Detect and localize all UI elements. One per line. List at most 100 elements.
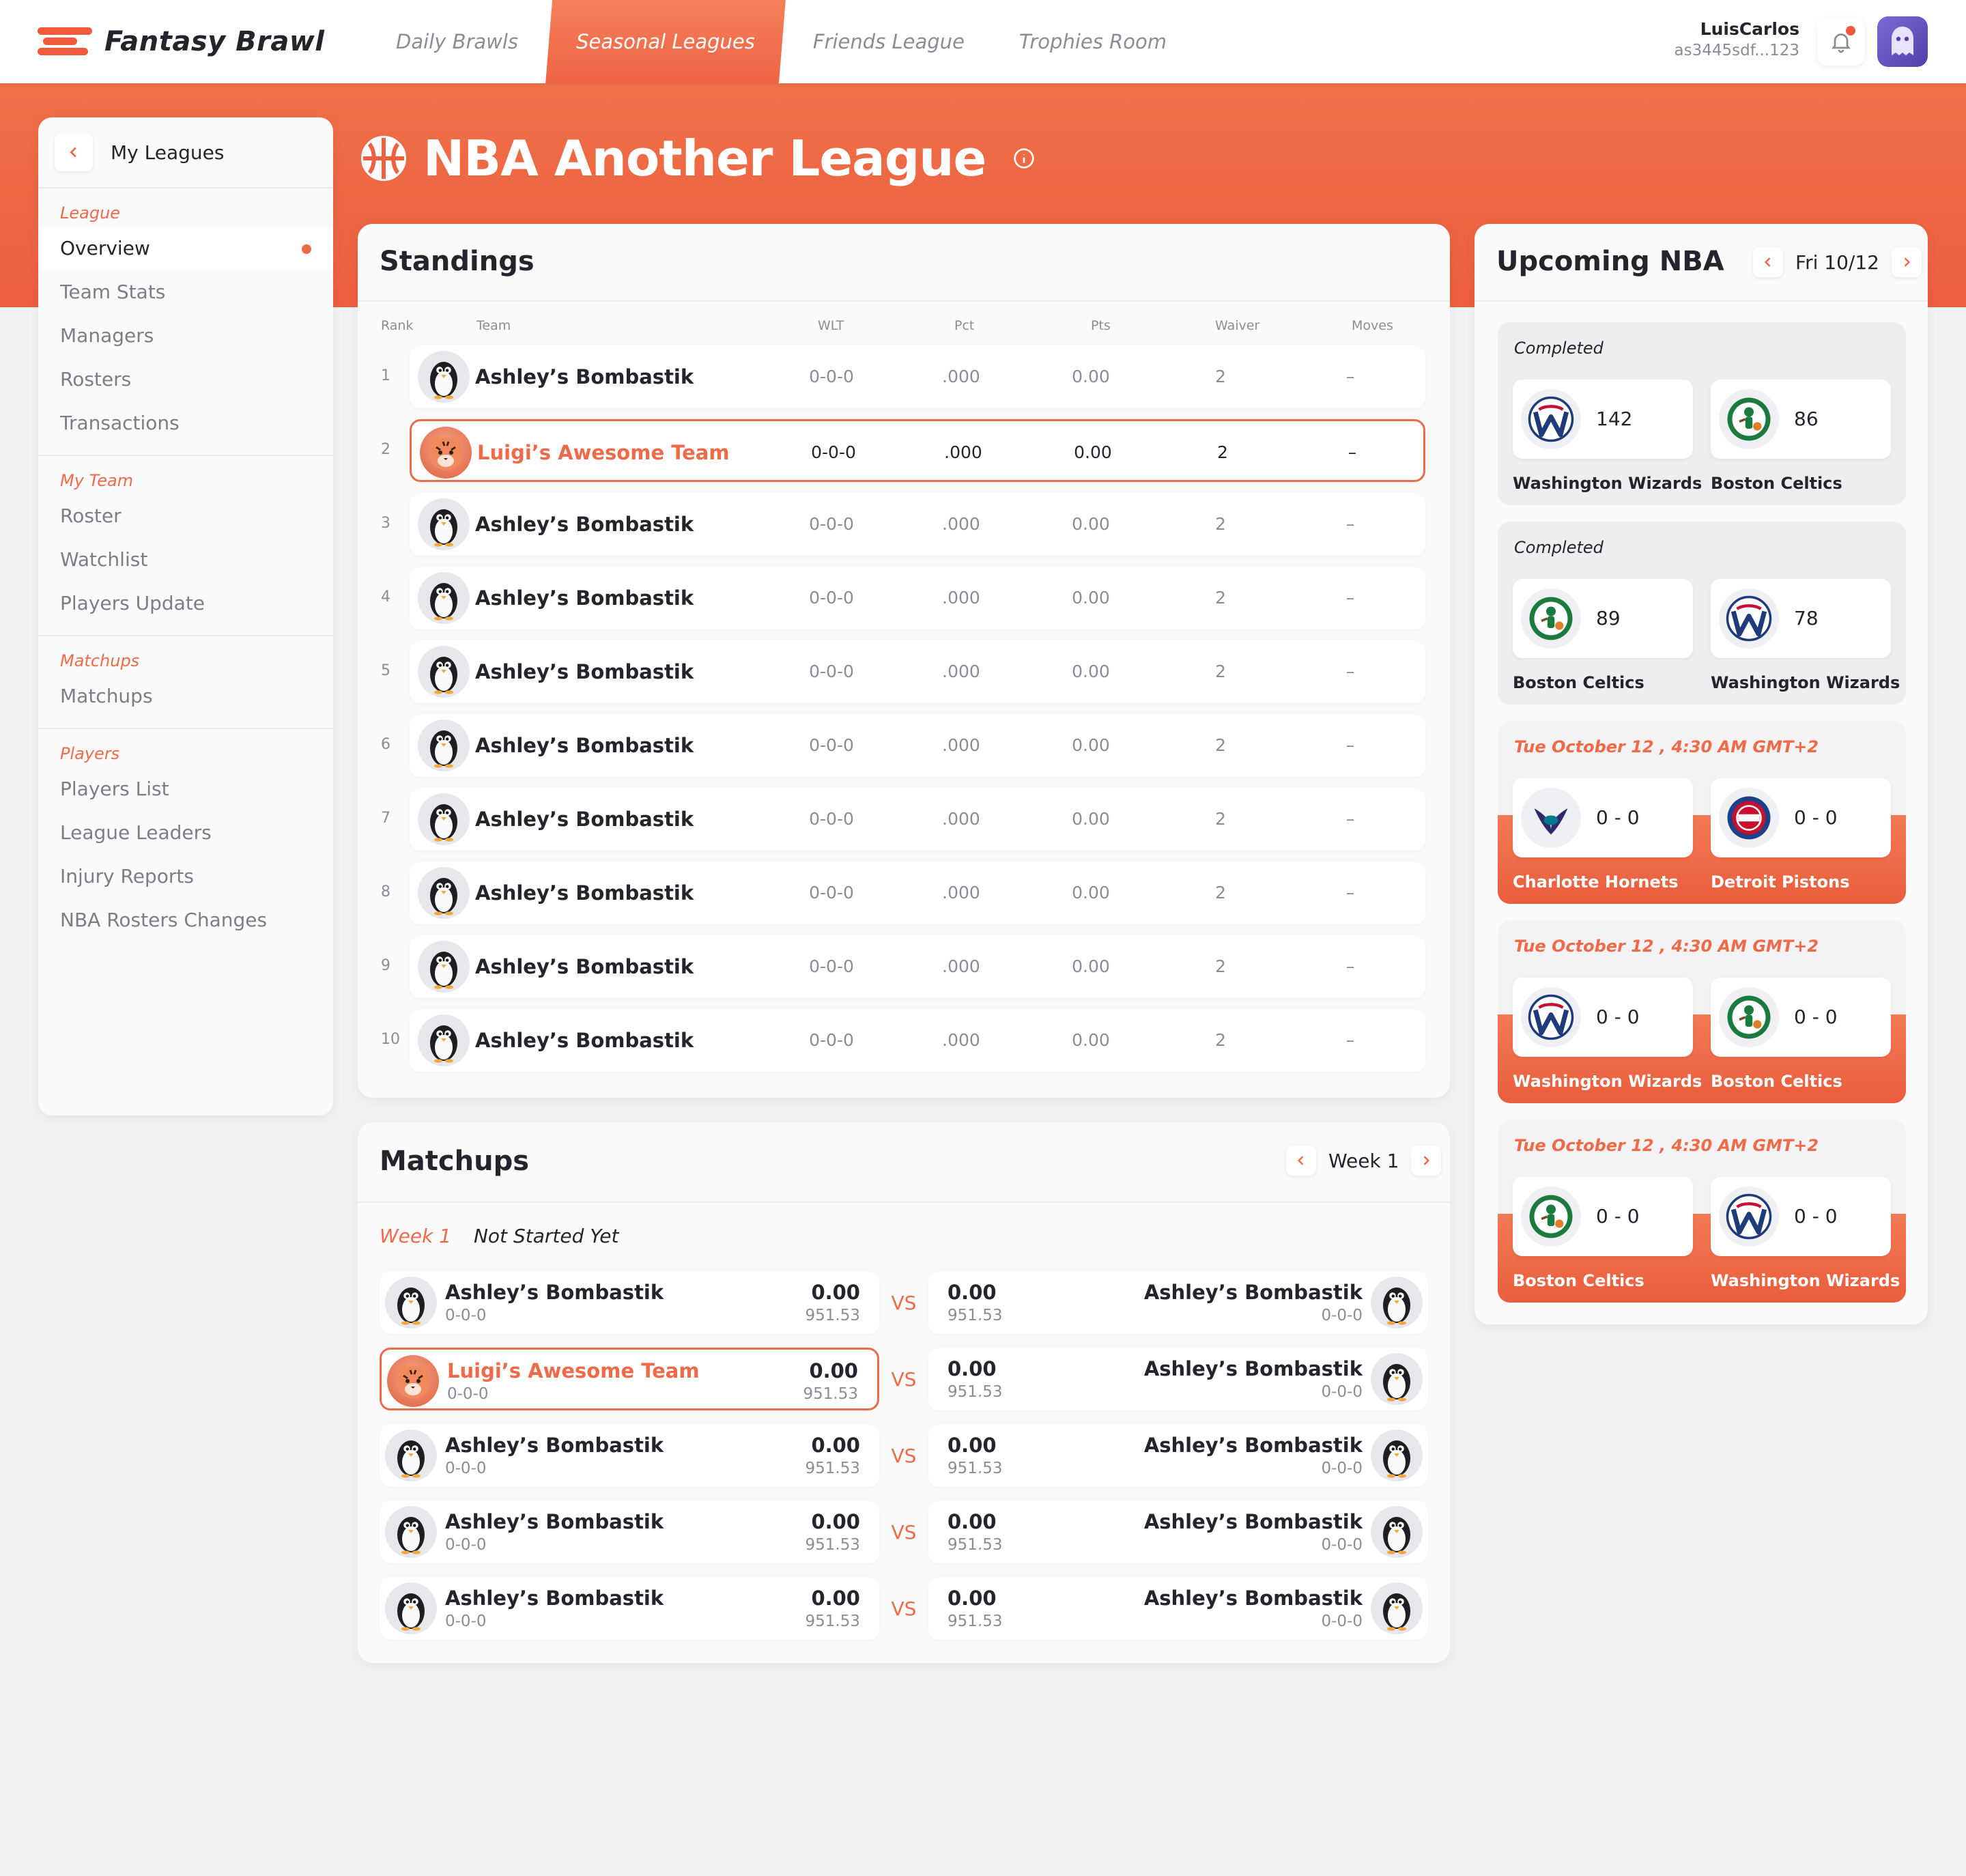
- pts-value: 0.00: [1072, 662, 1110, 681]
- team-name: Ashley’s Bombastik: [1143, 1434, 1363, 1457]
- week-pager: Week 1: [1286, 1146, 1442, 1176]
- penguin-avatar: [418, 793, 470, 845]
- matchup-team-right[interactable]: 0.00 951.53 Ashley’s Bombastik 0-0-0: [928, 1501, 1428, 1563]
- matchup-team-left[interactable]: Ashley’s Bombastik 0-0-0 0.00 951.53: [380, 1271, 879, 1334]
- pct-value: .000: [942, 514, 980, 534]
- away-score: 0 - 0: [1794, 1006, 1838, 1028]
- standings-row[interactable]: Ashley’s Bombastik 0-0-0 .000 0.00 2 –: [410, 345, 1425, 408]
- away-team-box: 0 - 0: [1711, 978, 1891, 1057]
- sidebar-item-matchups[interactable]: Matchups: [38, 674, 333, 718]
- moves-value: –: [1345, 662, 1355, 681]
- game-card[interactable]: Completed 89 Boston Celtics 78 Washington Wi…: [1498, 522, 1906, 705]
- team-projection: 951.53: [948, 1536, 1003, 1554]
- sidebar-item-managers[interactable]: Managers: [38, 314, 333, 358]
- matchup-team-right[interactable]: 0.00 951.53 Ashley’s Bombastik 0-0-0: [928, 1424, 1428, 1487]
- penguin-avatar: [1371, 1582, 1423, 1634]
- team-name: Ashley’s Bombastik: [475, 881, 694, 905]
- sidebar-item-nba-rosters-changes[interactable]: NBA Rosters Changes: [38, 898, 333, 942]
- game-card[interactable]: Tue October 12 , 4:30 AM GMT+2 0 - 0 Bosto…: [1498, 1120, 1906, 1303]
- home-score: 0 - 0: [1596, 1205, 1640, 1227]
- sidebar-item-players-update[interactable]: Players Update: [38, 582, 333, 625]
- prev-week-button[interactable]: [1286, 1146, 1316, 1176]
- back-button[interactable]: [55, 133, 93, 171]
- matchup-team-left[interactable]: Ashley’s Bombastik 0-0-0 0.00 951.53: [380, 1501, 879, 1563]
- pts-value: 0.00: [1072, 809, 1110, 829]
- standings-row[interactable]: Ashley’s Bombastik 0-0-0 .000 0.00 2 –: [410, 640, 1425, 703]
- sidebar-item-overview[interactable]: Overview: [38, 227, 333, 270]
- sidebar-item-watchlist[interactable]: Watchlist: [38, 538, 333, 582]
- matchup-team-left[interactable]: Luigi’s Awesome Team 0-0-0 0.00 951.53: [380, 1348, 879, 1410]
- sidebar-item-players-list[interactable]: Players List: [38, 767, 333, 811]
- standings-row[interactable]: Ashley’s Bombastik 0-0-0 .000 0.00 2 –: [410, 788, 1425, 851]
- sidebar-item-rosters[interactable]: Rosters: [38, 358, 333, 401]
- standings-row[interactable]: Ashley’s Bombastik 0-0-0 .000 0.00 2 –: [410, 862, 1425, 924]
- standings-row[interactable]: Ashley’s Bombastik 0-0-0 .000 0.00 2 –: [410, 1009, 1425, 1072]
- wlt-value: 0-0-0: [809, 735, 854, 755]
- penguin-avatar: [385, 1430, 437, 1481]
- team-projection: 951.53: [948, 1383, 1003, 1401]
- team-projection: 951.53: [948, 1612, 1003, 1630]
- team-score: 0.00: [811, 1434, 860, 1457]
- sidebar-item-transactions[interactable]: Transactions: [38, 401, 333, 445]
- next-date-button[interactable]: [1891, 247, 1922, 277]
- game-card[interactable]: Tue October 12 , 4:30 AM GMT+2 0 - 0 Charl…: [1498, 721, 1906, 904]
- standings-row[interactable]: Ashley’s Bombastik 0-0-0 .000 0.00 2 –: [410, 935, 1425, 998]
- pct-value: .000: [942, 662, 980, 681]
- home-team-box: 0 - 0: [1513, 1177, 1693, 1256]
- sidebar-section-matchups: Matchups Matchups: [38, 636, 333, 729]
- team-score: 0.00: [948, 1281, 997, 1304]
- matchup-team-right[interactable]: 0.00 951.53 Ashley’s Bombastik 0-0-0: [928, 1348, 1428, 1410]
- away-team-box: 78: [1711, 579, 1891, 658]
- game-status: Tue October 12 , 4:30 AM GMT+2: [1514, 1136, 1819, 1155]
- pct-value: .000: [942, 588, 980, 608]
- sidebar-item-label: Overview: [60, 237, 150, 259]
- sidebar-section-my-team: My Team Roster Watchlist Players Update: [38, 456, 333, 636]
- game-card[interactable]: Tue October 12 , 4:30 AM GMT+2 0 - 0 Washi…: [1498, 920, 1906, 1103]
- sidebar-item-league-leaders[interactable]: League Leaders: [38, 811, 333, 855]
- pct-value: .000: [944, 442, 982, 462]
- matchup-team-right[interactable]: 0.00 951.53 Ashley’s Bombastik 0-0-0: [928, 1577, 1428, 1640]
- brand[interactable]: Fantasy Brawl: [38, 26, 325, 57]
- next-week-button[interactable]: [1411, 1146, 1442, 1176]
- matchup-team-left[interactable]: Ashley’s Bombastik 0-0-0 0.00 951.53: [380, 1424, 879, 1487]
- standings-row[interactable]: Luigi’s Awesome Team 0-0-0 .000 0.00 2 –: [410, 419, 1425, 482]
- sidebar-item-team-stats[interactable]: Team Stats: [38, 270, 333, 314]
- sidebar-item-injury-reports[interactable]: Injury Reports: [38, 855, 333, 898]
- matchup-team-right[interactable]: 0.00 951.53 Ashley’s Bombastik 0-0-0: [928, 1271, 1428, 1334]
- standings-row[interactable]: Ashley’s Bombastik 0-0-0 .000 0.00 2 –: [410, 493, 1425, 556]
- standings-row[interactable]: Ashley’s Bombastik 0-0-0 .000 0.00 2 –: [410, 714, 1425, 777]
- sidebar-item-roster[interactable]: Roster: [38, 494, 333, 538]
- waiver-value: 2: [1215, 956, 1226, 976]
- user-avatar[interactable]: [1877, 16, 1928, 67]
- prev-date-button[interactable]: [1753, 247, 1783, 277]
- top-bar: Fantasy Brawl Daily Brawls Seasonal Leag…: [0, 0, 1966, 83]
- user-info[interactable]: LuisCarlos as3445sdf...123: [1675, 19, 1799, 59]
- game-card[interactable]: Completed 142 Washington Wizards 86 Boston C…: [1498, 322, 1906, 505]
- tab-trophies-room[interactable]: Trophies Room: [992, 0, 1194, 83]
- pct-value: .000: [942, 735, 980, 755]
- team-score: 0.00: [948, 1587, 997, 1610]
- standings-title: Standings: [380, 246, 535, 277]
- notifications-button[interactable]: [1817, 18, 1865, 66]
- penguin-avatar: [418, 498, 470, 550]
- team-name: Ashley’s Bombastik: [1143, 1357, 1363, 1380]
- upcoming-title: Upcoming NBA: [1496, 246, 1724, 277]
- matchup-team-left[interactable]: Ashley’s Bombastik 0-0-0 0.00 951.53: [380, 1577, 879, 1640]
- home-score: 0 - 0: [1596, 806, 1640, 829]
- info-icon[interactable]: [1013, 147, 1035, 169]
- away-score: 86: [1794, 408, 1819, 430]
- tab-daily-brawls[interactable]: Daily Brawls: [369, 0, 545, 83]
- pct-value: .000: [942, 809, 980, 829]
- team-name: Ashley’s Bombastik: [475, 955, 694, 978]
- date-pager: Fri 10/12: [1753, 247, 1922, 277]
- team-record: 0-0-0: [1321, 1612, 1363, 1630]
- matchups-title: Matchups: [380, 1146, 530, 1177]
- tab-friends-league[interactable]: Friends League: [786, 0, 992, 83]
- tab-seasonal-leagues[interactable]: Seasonal Leagues: [545, 0, 786, 83]
- sidebar-title: My Leagues: [111, 141, 225, 164]
- user-id: as3445sdf...123: [1674, 42, 1799, 59]
- sidebar: My Leagues League Overview Team Stats Ma…: [38, 117, 333, 1115]
- standings-row[interactable]: Ashley’s Bombastik 0-0-0 .000 0.00 2 –: [410, 567, 1425, 629]
- wlt-value: 0-0-0: [809, 883, 854, 903]
- wlt-value: 0-0-0: [809, 514, 854, 534]
